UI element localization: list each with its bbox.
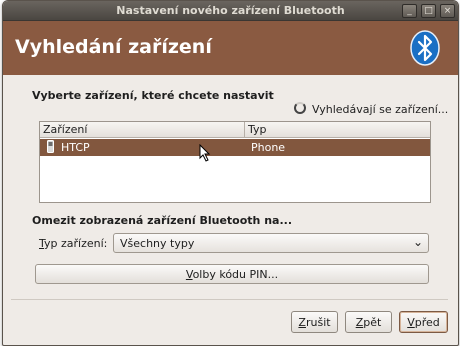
filter-heading: Omezit zobrazená zařízení Bluetooth na..…: [32, 214, 293, 227]
spinner-icon: [294, 102, 306, 114]
page-title: Vyhledání zařízení: [15, 36, 212, 58]
title-bar[interactable]: Nastavení nového zařízení Bluetooth _ □ …: [3, 1, 458, 21]
device-type: Phone: [251, 141, 286, 154]
chevron-down-icon: ⌄: [412, 235, 423, 249]
mouse-cursor: [199, 143, 211, 165]
divider: [11, 299, 448, 300]
forward-button[interactable]: Vpřed: [399, 311, 448, 333]
phone-icon: [47, 140, 54, 156]
devices-heading: Vyberte zařízení, které chcete nastavit: [32, 89, 274, 102]
maximize-button[interactable]: □: [421, 4, 436, 18]
minimize-button[interactable]: _: [402, 4, 417, 18]
device-type-select[interactable]: Všechny typy ⌄: [113, 233, 429, 253]
back-button[interactable]: Zpět: [345, 311, 392, 333]
device-name: HTCP: [61, 141, 90, 154]
device-list[interactable]: Zařízení Typ HTCP Phone: [39, 121, 431, 203]
close-button[interactable]: ×: [440, 4, 455, 18]
header-banner: Vyhledání zařízení: [3, 21, 458, 75]
column-header-type[interactable]: Typ: [245, 122, 430, 138]
scan-status: Vyhledávají se zařízení...: [294, 102, 448, 116]
pin-options-button[interactable]: Volby kódu PIN...: [35, 264, 429, 284]
window-title: Nastavení nového zařízení Bluetooth: [116, 4, 345, 17]
column-header-device[interactable]: Zařízení: [40, 122, 245, 138]
bluetooth-icon: [410, 30, 440, 66]
device-row-htcp[interactable]: HTCP Phone: [40, 139, 430, 156]
scan-status-text: Vyhledávají se zařízení...: [312, 103, 449, 116]
cancel-button[interactable]: Zrušit: [291, 311, 338, 333]
device-type-value: Všechny typy: [120, 237, 195, 250]
device-type-label: Typ zařízení:: [39, 237, 108, 250]
bluetooth-wizard-window: Nastavení nového zařízení Bluetooth _ □ …: [2, 0, 459, 346]
